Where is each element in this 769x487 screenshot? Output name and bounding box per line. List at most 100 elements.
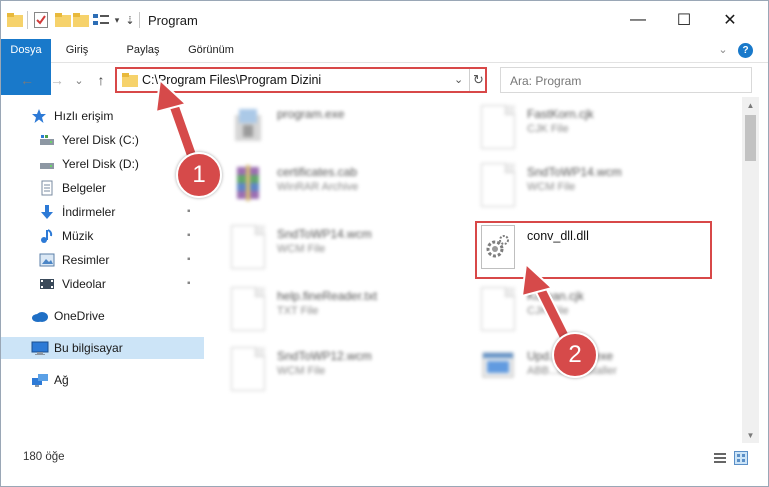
sidebar-item-label: Bu bilgisayar [54, 341, 123, 355]
drive-icon [39, 156, 55, 172]
sidebar-item-ag[interactable]: Ağ [1, 369, 204, 391]
winrar-icon [231, 163, 265, 207]
sidebar-item-label: Hızlı erişim [54, 109, 114, 123]
sidebar-item-indirmeler[interactable]: İndirmeler ▪ [1, 201, 204, 223]
drive-icon [39, 132, 55, 148]
minimize-button[interactable]: — [615, 1, 661, 39]
sidebar-item-label: Yerel Disk (D:) [62, 157, 139, 171]
file-icon [231, 347, 265, 391]
file-name: certificates.cab [277, 165, 358, 179]
ribbon-expand-icon[interactable]: ⌄ [715, 39, 731, 62]
conv-dll-highlight-box [475, 221, 712, 279]
pin-icon[interactable]: ▪ [187, 230, 191, 241]
sidebar-item-label: Belgeler [62, 181, 107, 195]
file-name: Korean.cjk [527, 289, 584, 303]
pin-icon[interactable]: ▪ [187, 278, 191, 289]
tab-giris[interactable]: Giriş [57, 39, 97, 62]
file-type: WCM File [277, 365, 326, 377]
folder-icon[interactable] [7, 11, 23, 29]
file-item[interactable]: SndToWP14.wcm WCM File [461, 157, 711, 213]
navigation-pane: Hızlı erişim Yerel Disk (C:) ▪ Yerel Dis… [1, 101, 204, 443]
large-icons-view-icon[interactable] [734, 451, 748, 465]
computer-icon [31, 340, 49, 356]
file-item[interactable]: help.fineReader.txt TXT File [211, 281, 461, 337]
file-type: WCM File [527, 181, 576, 193]
sidebar-item-label: Yerel Disk (C:) [62, 133, 139, 147]
file-icon [481, 163, 515, 207]
file-name: help.fineReader.txt [277, 289, 378, 303]
window-title: Program [148, 13, 198, 28]
sidebar-item-label: Videolar [62, 277, 106, 291]
sidebar-item-label: İndirmeler [62, 205, 116, 219]
callout-step-2: 2 [552, 332, 598, 378]
sidebar-item-onedrive[interactable]: OneDrive [1, 305, 204, 327]
file-icon [481, 105, 515, 149]
pin-icon[interactable]: ▪ [187, 134, 191, 145]
scroll-up-icon[interactable]: ▲ [742, 97, 759, 113]
address-path[interactable]: C:\Program Files\Program Dizini [142, 73, 321, 87]
sidebar-item-label: Resimler [62, 253, 110, 267]
pin-icon[interactable]: ▪ [187, 254, 191, 265]
file-name: SndToWP14.wcm [527, 165, 622, 179]
tab-paylas[interactable]: Paylaş [119, 39, 167, 62]
installer-icon [231, 105, 265, 149]
forward-button[interactable]: → [47, 70, 67, 90]
refresh-button[interactable]: ↻ [469, 69, 487, 91]
new-folder-icon[interactable] [55, 11, 71, 29]
sidebar-item-label: OneDrive [54, 309, 105, 323]
item-count: 180 öğe [23, 451, 65, 463]
videos-icon [39, 276, 55, 292]
status-bar: 180 öğe [1, 447, 768, 469]
maximize-button[interactable]: ☐ [661, 1, 707, 39]
file-item[interactable]: Korean.cjk CJK File [461, 281, 711, 337]
file-type: WinRAR Archive [277, 181, 359, 193]
documents-icon [39, 180, 55, 196]
close-button[interactable]: ✕ [707, 1, 753, 39]
sidebar-item-hizli-erisim[interactable]: Hızlı erişim [1, 105, 204, 127]
title-separator [139, 12, 140, 28]
callout-step-1: 1 [176, 152, 222, 198]
file-item[interactable]: SndToWP14.wcm WCM File [211, 219, 461, 275]
tab-gorunum[interactable]: Görünüm [181, 39, 241, 62]
installer-icon [481, 347, 515, 391]
pictures-icon [39, 252, 55, 268]
view-layout-icon[interactable] [93, 11, 111, 29]
file-item[interactable]: certificates.cab WinRAR Archive [211, 157, 461, 213]
file-name: SndToWP14.wcm [277, 227, 372, 241]
sidebar-item-yerel-disk-d[interactable]: Yerel Disk (D:) ▪ [1, 153, 204, 175]
explorer-window: ▾ ⇣ Program — ☐ ✕ Dosya Giriş Paylaş Gör… [0, 0, 769, 487]
back-button[interactable]: ← [17, 70, 37, 90]
file-item[interactable]: FastKorn.cjk CJK File [461, 99, 711, 155]
sidebar-item-bu-bilgisayar[interactable]: Bu bilgisayar [1, 337, 204, 359]
help-icon[interactable]: ? [738, 43, 753, 58]
star-icon [31, 108, 47, 124]
sidebar-item-videolar[interactable]: Videolar ▪ [1, 273, 204, 295]
sidebar-item-label: Müzik [62, 229, 94, 243]
vertical-scrollbar[interactable]: ▲ ▼ [742, 97, 759, 443]
up-button[interactable]: ↑ [91, 70, 111, 90]
scroll-down-icon[interactable]: ▼ [742, 427, 759, 443]
file-item[interactable]: program.exe [211, 99, 461, 155]
search-input[interactable]: Ara: Program [500, 67, 752, 93]
file-icon [481, 287, 515, 331]
sidebar-item-belgeler[interactable]: Belgeler ▪ [1, 177, 204, 199]
blank-folder-icon[interactable] [73, 11, 89, 29]
pin-icon[interactable]: ▪ [187, 206, 191, 217]
sidebar-item-muzik[interactable]: Müzik ▪ [1, 225, 204, 247]
file-type: CJK File [527, 305, 569, 317]
file-item[interactable]: SndToWP12.wcm WCM File [211, 341, 461, 397]
file-name: program.exe [277, 107, 345, 121]
sidebar-item-yerel-disk-c[interactable]: Yerel Disk (C:) ▪ [1, 129, 204, 151]
address-bar[interactable]: C:\Program Files\Program Dizini ⌄ ↻ [115, 67, 487, 93]
details-view-icon[interactable] [713, 451, 727, 465]
recent-locations-button[interactable]: ⌄ [69, 70, 89, 90]
customize-toolbar-icon[interactable]: ⇣ [124, 11, 136, 29]
address-dropdown-icon[interactable]: ⌄ [454, 73, 463, 86]
sidebar-item-resimler[interactable]: Resimler ▪ [1, 249, 204, 271]
qa-dropdown-icon[interactable]: ▾ [112, 11, 122, 29]
search-placeholder: Ara: Program [510, 74, 582, 88]
properties-icon[interactable] [33, 11, 49, 29]
downloads-icon [39, 204, 55, 220]
scroll-thumb[interactable] [745, 115, 756, 161]
ribbon-tabs: Dosya Giriş Paylaş Görünüm ⌄ ? [1, 39, 768, 95]
